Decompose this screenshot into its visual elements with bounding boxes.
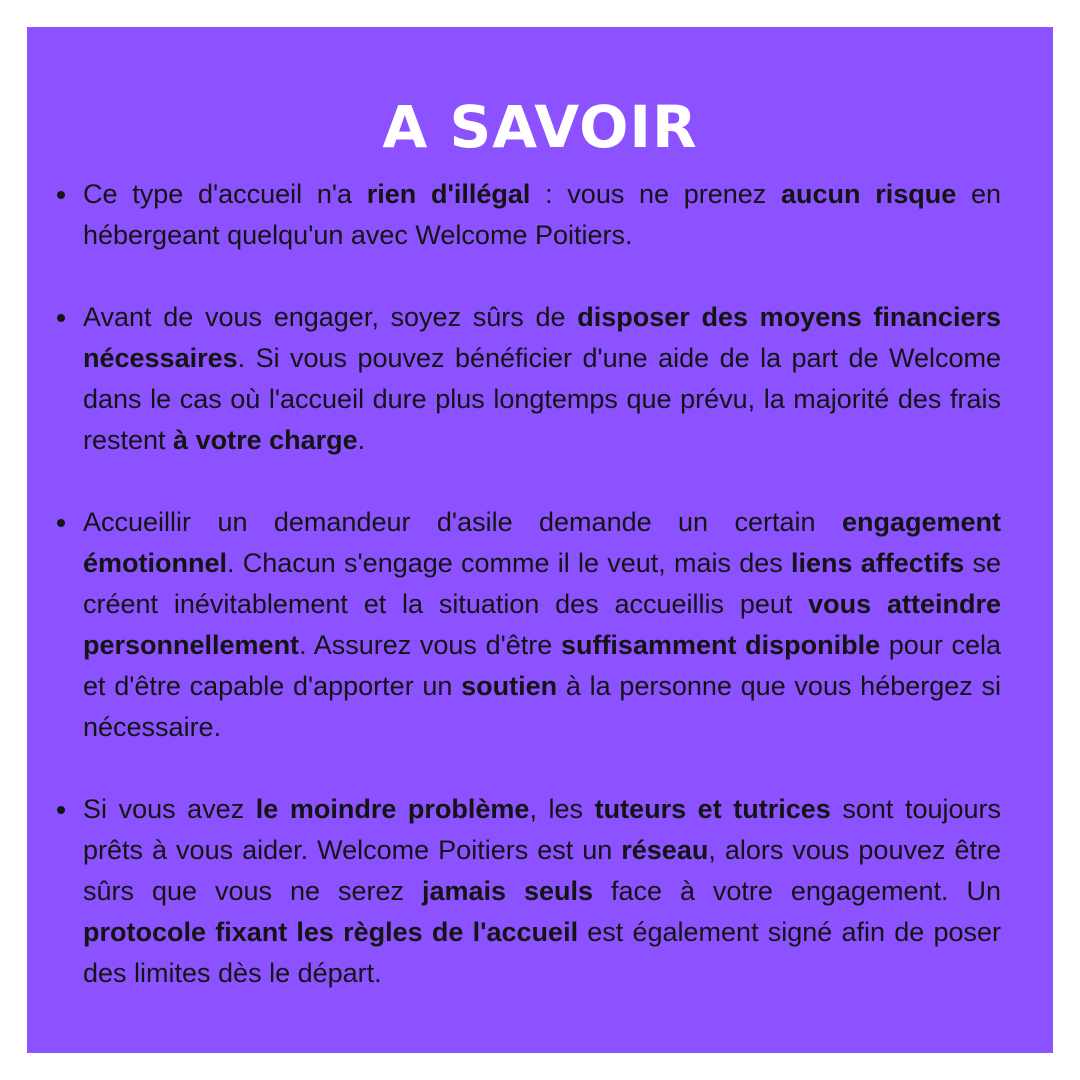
- emphasis-text: réseau: [621, 835, 709, 865]
- body-text: , les: [529, 794, 595, 824]
- list-item: Si vous avez le moindre problème, les tu…: [57, 789, 1001, 994]
- body-text: Ce type d'accueil n'a: [83, 179, 367, 209]
- emphasis-text: jamais seuls: [421, 876, 593, 906]
- body-text: Si vous avez: [83, 794, 256, 824]
- emphasis-text: tuteurs et tutrices: [594, 794, 831, 824]
- info-card: A SAVOIR Ce type d'accueil n'a rien d'il…: [27, 27, 1053, 1053]
- body-text: face à votre engagement. Un: [593, 876, 1001, 906]
- bullet-dot-icon: [57, 806, 65, 814]
- list-item: Ce type d'accueil n'a rien d'illégal : v…: [57, 174, 1001, 256]
- emphasis-text: le moindre problème: [255, 794, 530, 824]
- body-text: Avant de vous engager, soyez sûrs de: [83, 302, 578, 332]
- bullet-dot-icon: [57, 314, 65, 322]
- body-text: . Assurez vous d'être: [299, 630, 561, 660]
- emphasis-text: rien d'illégal: [366, 179, 531, 209]
- list-item: Avant de vous engager, soyez sûrs de dis…: [57, 297, 1001, 461]
- body-text: Accueillir un demandeur d'asile demande …: [83, 507, 842, 537]
- body-text: .: [357, 425, 366, 455]
- emphasis-text: protocole fixant les règles de l'accueil: [83, 917, 579, 947]
- emphasis-text: à votre charge: [173, 425, 358, 455]
- bullet-dot-icon: [57, 191, 65, 199]
- bullet-dot-icon: [57, 519, 65, 527]
- emphasis-text: suffisamment disponible: [560, 630, 881, 660]
- body-text: : vous ne prenez: [530, 179, 782, 209]
- emphasis-text: soutien: [461, 671, 558, 701]
- emphasis-text: liens affectifs: [790, 548, 965, 578]
- page-title: A SAVOIR: [382, 93, 698, 161]
- emphasis-text: aucun risque: [781, 179, 957, 209]
- body-text: . Chacun s'engage comme il le veut, mais…: [227, 548, 791, 578]
- list-item: Accueillir un demandeur d'asile demande …: [57, 502, 1001, 748]
- bullet-list: Ce type d'accueil n'a rien d'illégal : v…: [57, 174, 1001, 1035]
